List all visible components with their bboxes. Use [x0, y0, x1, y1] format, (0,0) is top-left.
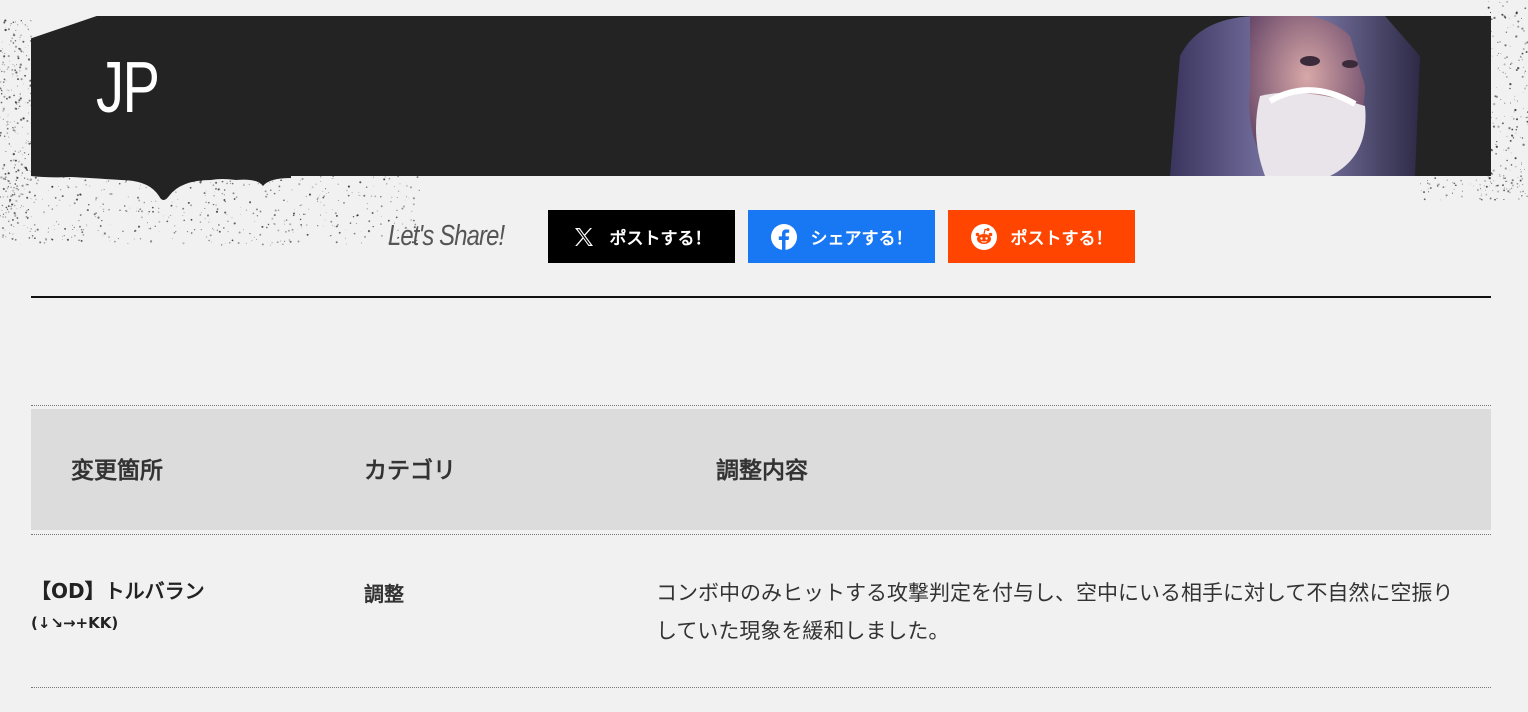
column-header-location: 変更箇所 — [71, 458, 163, 484]
character-portrait — [1150, 16, 1491, 176]
share-x-button[interactable]: ポストする！ — [548, 210, 735, 263]
share-facebook-button[interactable]: シェアする！ — [748, 210, 935, 263]
page: JP Let's Share! ポストする！ シェアする！ ポストする！ 変更箇… — [0, 0, 1528, 712]
table-cell-move: 【OD】トルバラン (↓↘→+KK) — [31, 575, 205, 632]
table-header-border — [31, 534, 1491, 535]
share-facebook-label: シェアする！ — [810, 229, 913, 249]
x-logo-icon — [572, 225, 596, 249]
table-top-border — [31, 405, 1491, 406]
table-cell-category: 調整 — [364, 582, 404, 606]
column-header-category: カテゴリ — [364, 458, 456, 484]
table-cell-description: コンボ中のみヒットする攻撃判定を付与し、空中にいる相手に対して不自然に空振りして… — [656, 581, 1454, 643]
move-command: (↓↘→+KK) — [31, 614, 119, 632]
share-label: Let's Share! — [388, 220, 505, 252]
table-bottom-border — [31, 687, 1491, 688]
page-title: JP — [96, 48, 160, 128]
share-x-label: ポストする！ — [609, 229, 712, 249]
reddit-icon — [970, 223, 997, 250]
column-header-details: 調整内容 — [716, 458, 808, 484]
section-divider — [31, 296, 1491, 298]
move-name: 【OD】トルバラン — [31, 579, 205, 603]
share-reddit-button[interactable]: ポストする！ — [948, 210, 1135, 263]
banner-drip — [31, 174, 291, 200]
share-reddit-label: ポストする！ — [1010, 229, 1113, 249]
facebook-icon — [770, 223, 797, 250]
